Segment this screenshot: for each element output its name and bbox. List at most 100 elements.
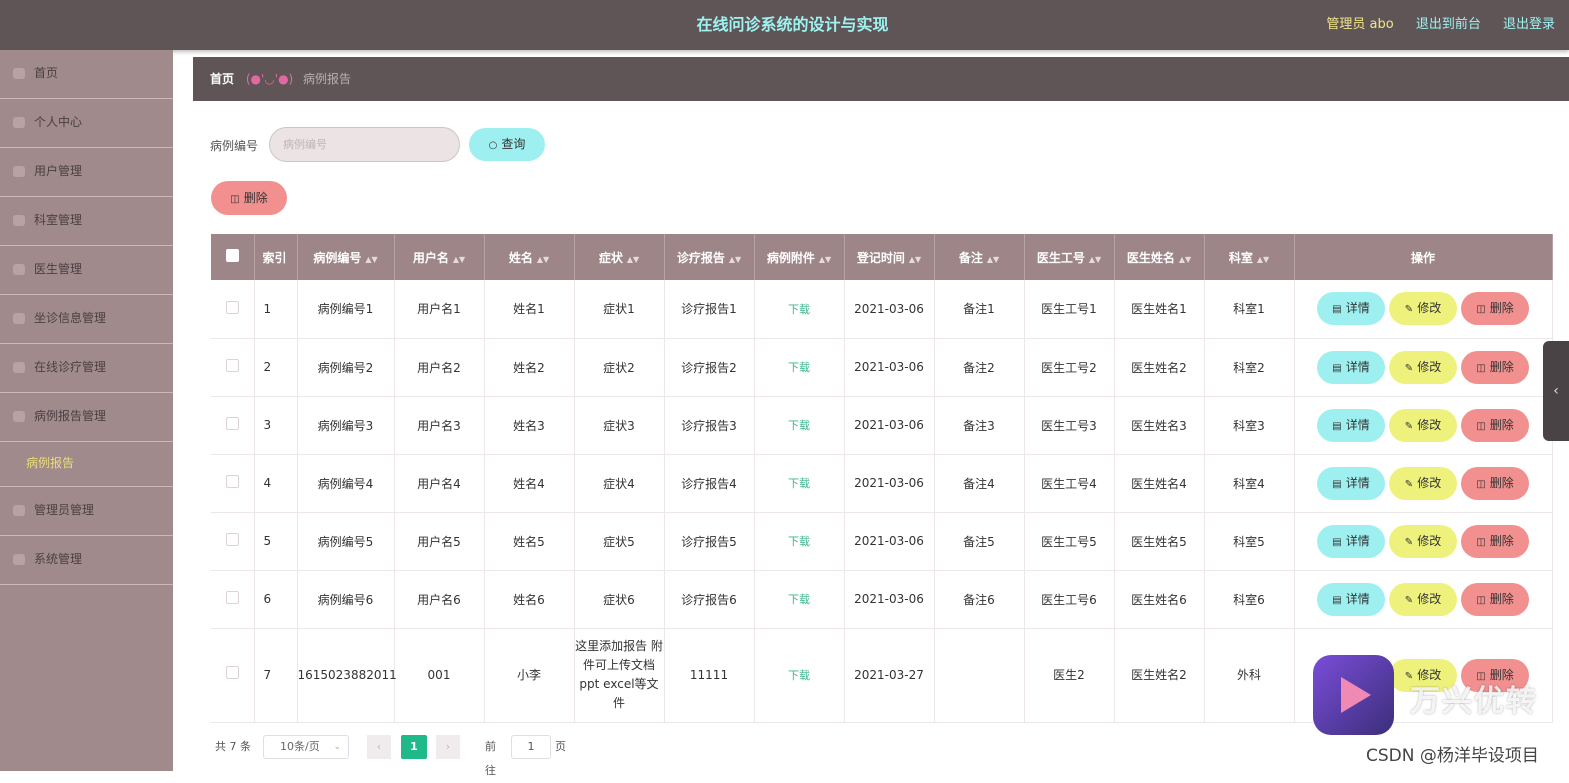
row-checkbox[interactable] — [225, 591, 239, 604]
detail-button[interactable]: ▤详情 — [1317, 582, 1385, 616]
column-header[interactable]: 备注 ▲▼ — [934, 234, 1025, 280]
sidebar-item[interactable]: 医生管理 — [0, 246, 173, 295]
delete-button-label: 删除 — [1489, 301, 1514, 316]
query-button[interactable]: ○ 查询 — [469, 128, 545, 161]
logout-link[interactable]: 退出登录 — [1503, 17, 1555, 32]
select-all-checkbox[interactable] — [225, 249, 239, 262]
detail-button[interactable]: ▤详情 — [1317, 408, 1385, 442]
sort-icon[interactable]: ▲▼ — [627, 255, 639, 264]
download-link[interactable]: 下载 — [788, 593, 810, 606]
sort-icon[interactable]: ▲▼ — [987, 255, 999, 264]
edit-button-label: 修改 — [1417, 533, 1442, 548]
detail-button[interactable]: ▤详情 — [1317, 350, 1385, 384]
sidebar-subitem-case-report[interactable]: 病例报告 — [0, 442, 173, 487]
sidebar-item[interactable]: 在线诊疗管理 — [0, 344, 173, 393]
select-all-cell — [211, 234, 255, 280]
delete-button[interactable]: ◫ 删除 — [1461, 582, 1529, 616]
sort-icon[interactable]: ▲▼ — [819, 255, 831, 264]
sort-icon[interactable]: ▲▼ — [909, 255, 921, 264]
batch-delete-button[interactable]: ◫ 删除 — [211, 181, 287, 215]
page-size-select[interactable]: 10条/页 ⌄ — [263, 735, 349, 759]
column-header[interactable]: 姓名 ▲▼ — [484, 234, 575, 280]
row-checkbox[interactable] — [225, 475, 239, 488]
detail-button[interactable]: ▤详情 — [1317, 292, 1385, 326]
exit-to-front-link[interactable]: 退出到前台 — [1416, 17, 1481, 32]
cell-doc_name: 医生姓名5 — [1114, 512, 1205, 571]
sidebar-item[interactable]: 科室管理 — [0, 197, 173, 246]
column-header[interactable]: 科室 ▲▼ — [1204, 234, 1295, 280]
page-number-current[interactable]: 1 — [401, 735, 427, 759]
next-page-button[interactable]: › — [436, 735, 460, 759]
column-header[interactable]: 病例编号 ▲▼ — [297, 234, 395, 280]
row-checkbox[interactable] — [225, 417, 239, 430]
edit-button-label: 修改 — [1417, 417, 1442, 432]
delete-button[interactable]: ◫ 删除 — [1461, 408, 1529, 442]
sidebar-item-label: 坐诊信息管理 — [34, 311, 107, 325]
sort-icon[interactable]: ▲▼ — [365, 255, 377, 264]
edit-button[interactable]: ✎ 修改 — [1389, 408, 1457, 442]
delete-button[interactable]: ◫ 删除 — [1461, 466, 1529, 500]
breadcrumb-home[interactable]: 首页 — [210, 72, 234, 86]
sidebar-item[interactable]: 坐诊信息管理 — [0, 295, 173, 344]
sidebar-item[interactable]: 病例报告管理 — [0, 393, 173, 442]
sidebar-item-label: 病例报告管理 — [34, 409, 107, 423]
row-checkbox[interactable] — [225, 359, 239, 372]
column-header[interactable]: 用户名 ▲▼ — [394, 234, 485, 280]
download-link[interactable]: 下载 — [788, 669, 810, 682]
sidebar-item[interactable]: 首页 — [0, 50, 173, 99]
sidebar-item[interactable]: 管理员管理 — [0, 487, 173, 536]
admin-user-label[interactable]: 管理员 abo — [1326, 17, 1393, 32]
column-header[interactable]: 症状 ▲▼ — [574, 234, 665, 280]
cell-username: 用户名2 — [394, 338, 485, 397]
download-link[interactable]: 下载 — [788, 419, 810, 432]
edit-button[interactable]: ✎ 修改 — [1389, 582, 1457, 616]
edit-button[interactable]: ✎ 修改 — [1389, 292, 1457, 326]
sidebar-item[interactable]: 系统管理 — [0, 536, 173, 585]
detail-button[interactable]: ▤详情 — [1317, 466, 1385, 500]
breadcrumb-current: 病例报告 — [303, 72, 352, 86]
download-link[interactable]: 下载 — [788, 535, 810, 548]
column-header-label: 医生姓名 — [1126, 250, 1175, 265]
row-checkbox[interactable] — [225, 300, 239, 314]
sidebar-item-label: 系统管理 — [34, 552, 83, 566]
sort-icon[interactable]: ▲▼ — [1257, 255, 1269, 264]
download-link[interactable]: 下载 — [788, 303, 810, 316]
row-checkbox[interactable] — [225, 665, 239, 679]
sort-icon[interactable]: ▲▼ — [537, 255, 549, 264]
delete-button-label: 删除 — [1489, 533, 1514, 548]
row-checkbox[interactable] — [225, 533, 239, 546]
edit-button[interactable]: ✎ 修改 — [1389, 466, 1457, 500]
sort-icon[interactable]: ▲▼ — [1089, 255, 1101, 264]
detail-button[interactable]: ▤详情 — [1317, 524, 1385, 558]
column-header[interactable]: 操作 — [1294, 234, 1553, 280]
column-header-label: 索引 — [262, 250, 287, 265]
delete-button-label: 删除 — [1489, 417, 1514, 432]
column-header[interactable]: 索引 — [254, 234, 298, 280]
goto-page-input[interactable]: 1 — [511, 735, 551, 759]
column-header[interactable]: 病例附件 ▲▼ — [754, 234, 845, 280]
column-header[interactable]: 诊疗报告 ▲▼ — [664, 234, 755, 280]
sort-icon[interactable]: ▲▼ — [729, 255, 741, 264]
sort-icon[interactable]: ▲▼ — [453, 255, 465, 264]
case-no-search-input[interactable] — [269, 127, 460, 162]
delete-button[interactable]: ◫ 删除 — [1461, 524, 1529, 558]
sort-icon[interactable]: ▲▼ — [1179, 255, 1191, 264]
edit-button[interactable]: ✎ 修改 — [1389, 350, 1457, 384]
edit-button[interactable]: ✎ 修改 — [1389, 524, 1457, 558]
side-collapse-tab[interactable]: ‹ — [1543, 341, 1569, 441]
column-header[interactable]: 医生姓名 ▲▼ — [1114, 234, 1205, 280]
search-icon: ○ — [488, 140, 498, 151]
download-link[interactable]: 下载 — [788, 477, 810, 490]
pencil-icon: ✎ — [1404, 420, 1414, 432]
column-header-label: 诊疗报告 — [676, 250, 725, 265]
delete-button[interactable]: ◫ 删除 — [1461, 350, 1529, 384]
download-link[interactable]: 下载 — [788, 361, 810, 374]
sidebar-item[interactable]: 个人中心 — [0, 99, 173, 148]
cell-username: 用户名4 — [394, 454, 485, 513]
sidebar-item[interactable]: 用户管理 — [0, 148, 173, 197]
prev-page-button[interactable]: ‹ — [367, 735, 391, 759]
delete-button[interactable]: ◫ 删除 — [1461, 292, 1529, 326]
column-header[interactable]: 医生工号 ▲▼ — [1024, 234, 1115, 280]
sidebar-item-label: 个人中心 — [34, 115, 83, 129]
column-header[interactable]: 登记时间 ▲▼ — [844, 234, 935, 280]
